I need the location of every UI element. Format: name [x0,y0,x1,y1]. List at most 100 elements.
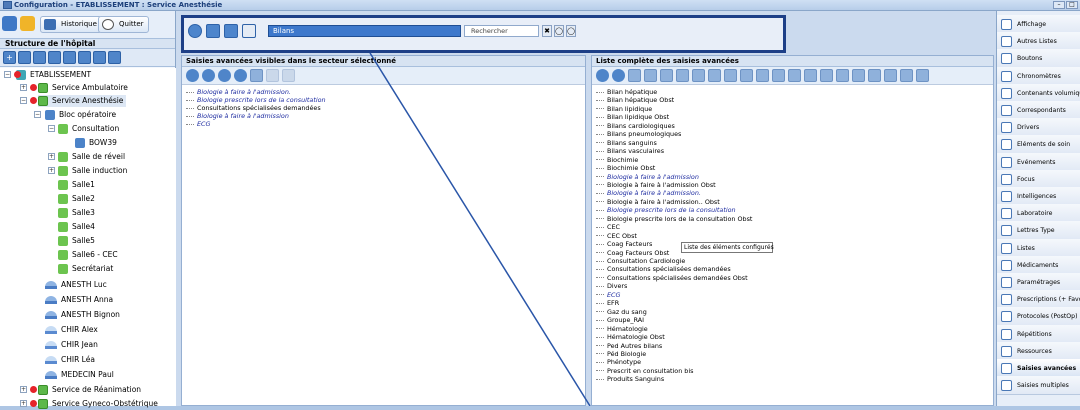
tree-item[interactable]: Consultation [58,123,119,135]
user-icon[interactable] [33,51,46,64]
list-item[interactable]: Coag Facteurs Obst [596,249,669,258]
nav-item[interactable]: Eléments de soin [997,135,1080,155]
nav-item[interactable]: Evénements [997,152,1080,172]
list-item[interactable]: Produits Sanguins [596,376,664,384]
list-item[interactable]: Biologie à faire à l'admission. [596,190,701,198]
add-icon[interactable]: + [3,51,16,64]
help-icon[interactable] [2,16,17,31]
copy-icon[interactable] [266,69,279,82]
list-item[interactable]: Bilans vasculaires [596,148,664,156]
list-item[interactable]: ECG [186,120,210,129]
sort-icon[interactable] [250,69,263,82]
list-item[interactable]: Ped Autres bilans [596,342,662,351]
list-item[interactable]: Bilans cardiologiques [596,122,675,131]
move-up-icon[interactable] [218,69,231,82]
list-item[interactable]: Hématologie [596,325,648,334]
tree-item[interactable]: ANESTH Luc [45,279,107,291]
list-item[interactable]: Biologie à faire à l'admission [596,173,699,182]
list-item[interactable]: Bilan lipidique Obst [596,114,669,122]
list-item[interactable]: Phénotype [596,359,641,367]
tree-item[interactable]: CHIR Léa [45,354,95,366]
toolbar-icon[interactable] [692,69,705,82]
list-item[interactable]: Bilans sanguins [596,139,657,148]
toolbar-icon[interactable] [740,69,753,82]
list-item[interactable]: Hématologie Obst [596,333,665,342]
options-icon[interactable] [63,51,76,64]
add-circle-icon[interactable] [188,24,202,38]
tree-item[interactable]: Bloc opératoire [45,109,116,121]
expander-icon[interactable]: − [48,125,55,132]
toolbar-icon[interactable] [708,69,721,82]
tree-item[interactable]: CHIR Alex [45,324,98,336]
nav-item[interactable]: Ressources [997,341,1080,361]
warning-icon[interactable] [20,16,35,31]
maximize-button[interactable]: □ [1066,1,1078,9]
search-icon[interactable] [48,51,61,64]
list-item[interactable]: Divers [596,283,627,291]
nav-item[interactable]: Répétitions [997,324,1080,344]
minimize-button[interactable]: – [1053,1,1065,9]
quit-button[interactable]: Quitter [98,16,149,33]
list-item[interactable]: Biologie à faire à l'admission Obst [596,181,716,190]
tree-item[interactable]: Service Gyneco-Obstétrique [38,398,158,410]
paste-icon[interactable] [282,69,295,82]
nav-item[interactable]: Lettres Type [997,221,1080,241]
nav-item[interactable]: Saisies multiples [997,376,1080,396]
toolbar-icon[interactable] [676,69,689,82]
tree-item[interactable]: ANESTH Bignon [45,309,120,321]
nav-item[interactable]: Paramétrages [997,273,1080,292]
nav-item[interactable]: Intelligences [997,187,1080,206]
toolbar-icon[interactable] [660,69,673,82]
search-icon[interactable] [242,24,256,38]
move-down-icon[interactable] [234,69,247,82]
expander-icon[interactable]: − [34,111,41,118]
search-input[interactable]: Rechercher [464,25,539,37]
tree-item[interactable]: Salle1 [58,179,95,191]
historique-button[interactable]: Historique [40,16,102,33]
nav-item[interactable]: Boutons [997,49,1080,69]
tree-item[interactable]: Salle2 [58,193,95,205]
toolbar-icon[interactable] [644,69,657,82]
nav-item[interactable]: Correspondants [997,101,1080,120]
nav-item[interactable]: Affichage [997,15,1080,34]
tree-item[interactable]: Salle5 [58,235,95,247]
list-item[interactable]: CEC Obst [596,232,637,241]
tree-item[interactable]: Salle de réveil [58,151,125,163]
save-icon[interactable] [108,51,121,64]
toolbar-icon[interactable] [804,69,817,82]
tree-item[interactable]: CHIR Jean [45,339,98,351]
tree-item[interactable]: Service Ambulatoire [38,82,128,94]
list-item[interactable]: Biochimie Obst [596,164,655,173]
toolbar-icon[interactable] [836,69,849,82]
list-item[interactable]: ECG [596,291,620,300]
toolbar-icon[interactable] [820,69,833,82]
tree-item[interactable]: Service Anesthésie [38,95,127,107]
tree-item[interactable]: BOW39 [75,137,117,149]
list-item[interactable]: Groupe_RAI [596,317,644,325]
search-prev-icon[interactable]: ◯ [554,25,564,37]
tree-item[interactable]: ETABLISSEMENT [16,69,91,81]
toolbar-icon[interactable] [868,69,881,82]
nav-item[interactable]: Prescriptions (+ Favoris) [997,290,1080,310]
nav-item[interactable]: Drivers [997,118,1080,138]
list-item[interactable]: Bilan hépatique Obst [596,97,674,105]
nav-item[interactable]: Chronomètres [997,66,1080,86]
tree-item[interactable]: Salle6 - CEC [58,249,118,261]
list-item[interactable]: Bilans pneumologiques [596,131,681,139]
toolbar-icon[interactable] [596,69,609,82]
nav-item[interactable]: Laboratoire [997,204,1080,224]
nav-item[interactable]: Contenants volumiques [997,83,1080,103]
tree-item[interactable]: Salle induction [58,165,127,177]
list-item[interactable]: Biochimie [596,156,638,165]
toolbar-icon[interactable] [756,69,769,82]
expander-icon[interactable]: + [20,386,27,393]
toolbar-icon[interactable] [612,69,625,82]
tree-item[interactable]: MEDECIN Paul [45,369,114,381]
list-item[interactable]: Prescrit en consultation bis [596,367,693,376]
expander-icon[interactable]: + [20,84,27,91]
delete-icon[interactable] [78,51,91,64]
help-icon-2[interactable] [93,51,106,64]
toolbar-icon[interactable] [852,69,865,82]
category-select[interactable]: Bilans [268,25,461,37]
list-item[interactable]: Péd Biologie [596,350,646,359]
